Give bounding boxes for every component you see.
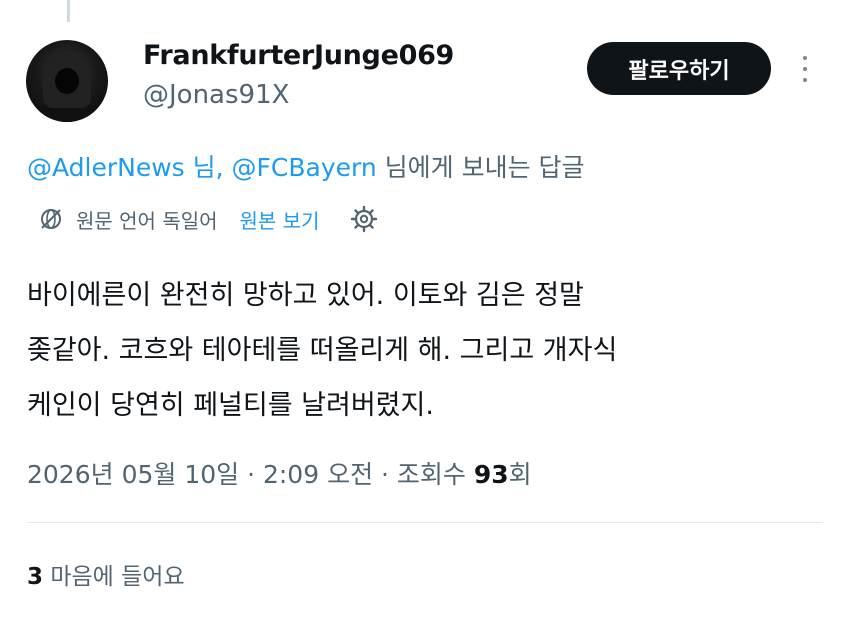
tweet-line: 좆같아. 코흐와 테아테를 떠올리게 해. 그리고 개자식 (27, 335, 618, 366)
thread-connector-line (67, 0, 70, 22)
reply-separator: 님, (184, 153, 232, 182)
gear-icon[interactable] (349, 204, 379, 234)
reply-suffix: 님에게 보내는 답글 (376, 153, 585, 182)
avatar-face (55, 68, 79, 94)
likes-label: 마음에 들어요 (43, 564, 185, 590)
mention-link-fcbayern[interactable]: @FCBayern (232, 153, 377, 182)
translation-bar: 원문 언어 독일어 원본 보기 (38, 203, 379, 235)
reply-context: @AdlerNews 님, @FCBayern 님에게 보내는 답글 (27, 148, 585, 184)
tweet-line: 케인이 당연히 페널티를 날려버렸지. (27, 390, 434, 421)
author-avatar[interactable] (26, 40, 108, 122)
views-suffix: 회 (508, 460, 532, 489)
tweet-meta: 2026년 05월 10일 · 2:09 오전 · 조회수 93회 (27, 455, 532, 491)
likes-count: 3 (27, 564, 44, 590)
mention-link-adlernews[interactable]: @AdlerNews (27, 153, 185, 182)
author-handle[interactable]: @Jonas91X (143, 80, 289, 110)
tweet-body: 바이에른이 완전히 망하고 있어. 이토와 김은 정말 좆같아. 코흐와 테아테… (27, 268, 817, 433)
likes-stat[interactable]: 3 마음에 들어요 (27, 557, 185, 591)
globe-slash-icon (41, 209, 61, 229)
translation-label: 원문 언어 독일어 (76, 208, 218, 233)
vertical-dots-icon[interactable] (798, 54, 812, 84)
divider (27, 522, 823, 523)
view-original-link[interactable]: 원본 보기 (240, 205, 320, 234)
tweet-line: 바이에른이 완전히 망하고 있어. 이토와 김은 정말 (27, 280, 584, 311)
views-count: 93 (473, 460, 509, 489)
follow-button[interactable]: 팔로우하기 (587, 42, 771, 95)
timestamp[interactable]: 2026년 05월 10일 · 2:09 오전 · 조회수 (27, 460, 474, 489)
author-display-name[interactable]: FrankfurterJunge069 (143, 40, 454, 71)
